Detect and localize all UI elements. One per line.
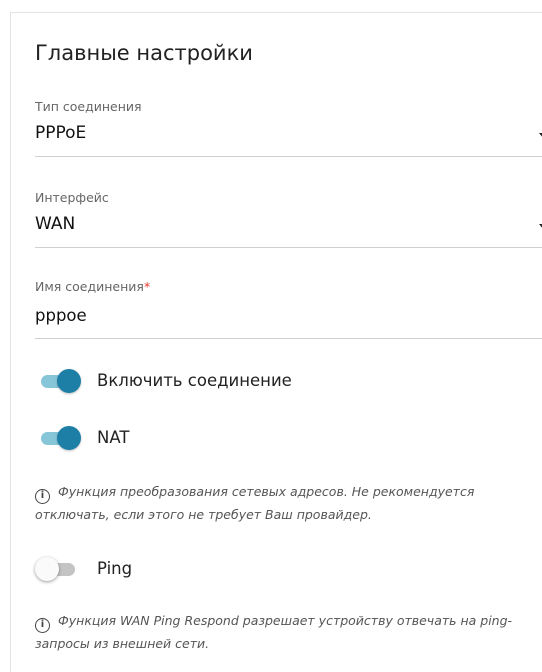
main-settings-card: Главные настройки Тип соединения PPPoE И…	[10, 12, 542, 672]
section-title: Главные настройки	[35, 41, 253, 65]
required-mark: *	[143, 279, 151, 294]
nat-label: NAT	[97, 428, 130, 447]
interface-value: WAN	[35, 214, 76, 234]
switch-knob	[57, 369, 81, 393]
nat-hint-text: Функция преобразования сетевых адресов. …	[35, 484, 475, 522]
connection-type-select[interactable]: Тип соединения PPPoE	[35, 99, 542, 157]
connection-name-label: Имя соединения*	[35, 279, 150, 294]
connection-name-input[interactable]: pppoe	[35, 306, 87, 325]
nat-row[interactable]: NAT	[35, 423, 515, 453]
enable-connection-switch[interactable]	[35, 366, 81, 396]
connection-type-value: PPPoE	[35, 123, 87, 143]
switch-knob	[35, 557, 59, 581]
nat-hint: i Функция преобразования сетевых адресов.…	[35, 481, 535, 526]
ping-row[interactable]: Ping	[35, 554, 515, 584]
connection-name-field[interactable]: Имя соединения* pppoe	[35, 279, 542, 339]
connection-name-label-text: Имя соединения	[35, 279, 144, 294]
nat-switch[interactable]	[35, 423, 81, 453]
ping-hint: i Функция WAN Ping Respond разрешает устр…	[35, 610, 535, 655]
ping-switch[interactable]	[35, 554, 81, 584]
enable-connection-label: Включить соединение	[97, 371, 292, 390]
info-icon: i	[35, 489, 50, 504]
ping-hint-text: Функция WAN Ping Respond разрешает устро…	[35, 613, 513, 651]
interface-label: Интерфейс	[35, 190, 109, 205]
switch-knob	[57, 426, 81, 450]
interface-select[interactable]: Интерфейс WAN	[35, 190, 542, 248]
connection-type-label: Тип соединения	[35, 99, 142, 114]
enable-connection-row[interactable]: Включить соединение	[35, 366, 515, 396]
info-icon: i	[35, 618, 50, 633]
ping-label: Ping	[97, 559, 133, 578]
